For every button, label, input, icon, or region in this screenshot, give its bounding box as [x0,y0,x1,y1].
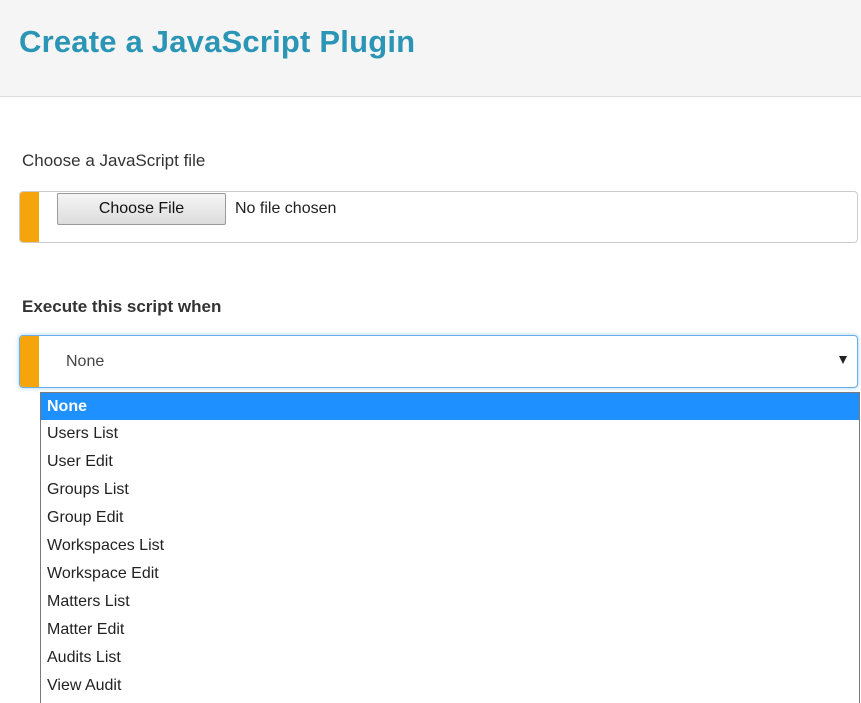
required-indicator [20,336,39,387]
page-header: Create a JavaScript Plugin [0,0,861,97]
dropdown-option-workspace-edit[interactable]: Workspace Edit [41,560,859,588]
trigger-field-label: Execute this script when [22,297,222,316]
file-field-label: Choose a JavaScript file [22,151,206,170]
dropdown-option-none[interactable]: None [41,393,859,420]
dropdown-option-view-audit[interactable]: View Audit [41,672,859,700]
choose-file-button[interactable]: Choose File [57,193,226,225]
dropdown-option-users-list[interactable]: Users List [41,420,859,448]
select-current-value: None [66,353,105,370]
dropdown-option-user-edit[interactable]: User Edit [41,448,859,476]
file-status-text: No file chosen [235,200,337,217]
file-input[interactable]: Choose File No file chosen [19,191,858,243]
trigger-select[interactable]: None [19,335,858,388]
dropdown-option-workspaces-list[interactable]: Workspaces List [41,532,859,560]
dropdown-option-groups-list[interactable]: Groups List [41,476,859,504]
required-indicator [20,192,39,242]
dropdown-option-audits-list[interactable]: Audits List [41,644,859,672]
dropdown-option-matter-edit[interactable]: Matter Edit [41,616,859,644]
page-title: Create a JavaScript Plugin [19,24,416,59]
dropdown-option-matters-list[interactable]: Matters List [41,588,859,616]
dropdown-arrow-icon[interactable] [839,356,847,364]
dropdown-option-group-edit[interactable]: Group Edit [41,504,859,532]
trigger-options-list: None Users List User Edit Groups List Gr… [40,392,860,703]
